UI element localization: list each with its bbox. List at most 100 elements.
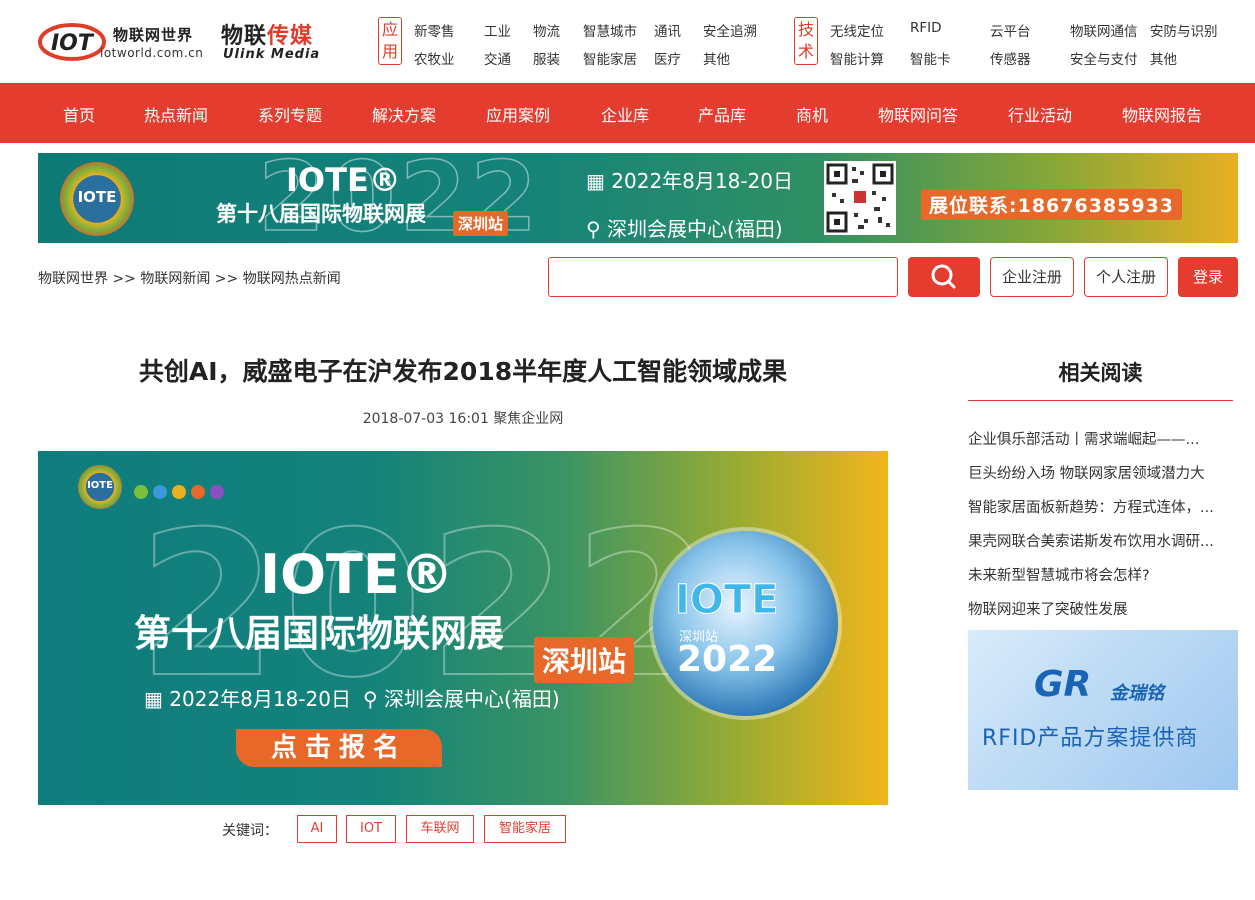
app-link[interactable]: 智慧城市 <box>583 20 637 40</box>
nav-item-qa[interactable]: 物联网问答 <box>878 102 958 126</box>
related-reading-list: 企业俱乐部活动丨需求端崛起——... 巨头纷纷入场 物联网家居领域潜力大 智能家… <box>968 428 1238 632</box>
breadcrumb[interactable]: 物联网世界 >> 物联网新闻 >> 物联网热点新闻 <box>38 268 341 288</box>
banner-expo-title: 第十八届国际物联网展 <box>134 612 504 655</box>
nav-item-products[interactable]: 产品库 <box>698 102 746 126</box>
tech-category-label: 技术 <box>794 17 818 65</box>
app-link[interactable]: 新零售 <box>414 20 455 40</box>
app-category-label: 应用 <box>378 17 402 65</box>
banner-contact: 展位联系:18676385933 <box>921 189 1183 220</box>
banner-date-text: 2022年8月18-20日 <box>611 169 794 193</box>
svg-text:IOT: IOT <box>51 31 95 56</box>
logo-title[interactable]: 物联网世界 <box>113 24 193 45</box>
app-link[interactable]: 农牧业 <box>414 48 455 68</box>
related-article-link[interactable]: 企业俱乐部活动丨需求端崛起——... <box>968 428 1238 462</box>
related-article-link[interactable]: 未来新型智慧城市将会怎样? <box>968 564 1238 598</box>
ulink-logo-en: Ulink Media <box>223 47 321 62</box>
sidebar-ad-logo: GR <box>1034 664 1092 705</box>
banner-date: ▦ 2022年8月18-20日 <box>144 683 351 712</box>
article-title: 共创AI，威盛电子在沪发布2018半年度人工智能领域成果 <box>138 357 788 386</box>
nav-item-solutions[interactable]: 解决方案 <box>372 102 436 126</box>
app-link[interactable]: 通讯 <box>654 20 681 40</box>
related-article-link[interactable]: 物联网迎来了突破性发展 <box>968 598 1238 632</box>
tech-link[interactable]: 无线定位 <box>830 20 884 40</box>
app-link[interactable]: 医疗 <box>654 48 681 68</box>
main-nav: 首页 热点新闻 系列专题 解决方案 应用案例 企业库 产品库 商机 物联网问答 … <box>0 83 1255 143</box>
register-cta-button[interactable]: 点击报名 <box>236 729 442 767</box>
nav-item-business[interactable]: 商机 <box>796 102 828 126</box>
keyword-tag-iot[interactable]: IOT <box>346 815 396 843</box>
banner-city-tag: 深圳站 <box>534 637 635 683</box>
banner-location: ⚲ 深圳会展中心(福田) <box>363 683 560 712</box>
ulink-logo-b: 传媒 <box>267 24 314 49</box>
tech-link[interactable]: 智能卡 <box>910 48 951 68</box>
article-banner-image[interactable]: IOTE 2022 IOTE® 第十八届国际物联网展 深圳站 ▦ 2022年8月… <box>38 451 888 805</box>
nav-item-cases[interactable]: 应用案例 <box>486 102 550 126</box>
tech-link[interactable]: 安全与支付 <box>1070 48 1138 68</box>
related-reading-divider <box>968 400 1233 401</box>
iot-logo-icon[interactable]: IOT <box>38 18 106 64</box>
qr-code-icon <box>824 161 896 235</box>
site-header: IOT 物联网世界 iotworld.com.cn 物联传媒 Ulink Med… <box>0 0 1255 82</box>
banner-location-text: 深圳会展中心(福田) <box>384 687 560 711</box>
app-link[interactable]: 安全追溯 <box>703 20 757 40</box>
banner-iote: IOTE® <box>286 161 401 199</box>
company-register-button[interactable]: 企业注册 <box>990 257 1074 297</box>
nav-item-reports[interactable]: 物联网报告 <box>1122 102 1202 126</box>
nav-item-series[interactable]: 系列专题 <box>258 102 322 126</box>
keyword-tag-smart-home[interactable]: 智能家居 <box>484 815 566 843</box>
tech-link[interactable]: 智能计算 <box>830 48 884 68</box>
personal-register-button[interactable]: 个人注册 <box>1084 257 1168 297</box>
app-link[interactable]: 服装 <box>533 48 560 68</box>
app-link[interactable]: 交通 <box>484 48 511 68</box>
banner-iote: IOTE® <box>260 543 454 606</box>
ulink-logo-a: 物联 <box>221 24 268 49</box>
app-link[interactable]: 其他 <box>703 48 730 68</box>
app-link[interactable]: 工业 <box>484 20 511 40</box>
banner-location-text: 深圳会展中心(福田) <box>607 217 783 241</box>
location-pin-icon: ⚲ <box>363 687 385 711</box>
iote-badge-text: IOTE <box>77 188 117 206</box>
globe-year: 2022 <box>677 639 778 680</box>
search-input[interactable] <box>548 257 898 297</box>
sidebar-ad-banner[interactable]: GR 金瑞铭 RFID产品方案提供商 <box>968 630 1238 790</box>
banner-date-text: 2022年8月18-20日 <box>169 687 352 711</box>
keywords-label: 关键词： <box>222 823 278 839</box>
related-article-link[interactable]: 智能家居面板新趋势：方程式连体，... <box>968 496 1238 530</box>
related-reading-title: 相关阅读 <box>1058 361 1143 385</box>
banner-location: ⚲ 深圳会展中心(福田) <box>586 213 783 242</box>
tech-link[interactable]: RFID <box>910 20 942 36</box>
nav-item-hot-news[interactable]: 热点新闻 <box>144 102 208 126</box>
nav-item-home[interactable]: 首页 <box>63 102 95 126</box>
sidebar-ad-brand: 金瑞铭 <box>1110 683 1164 704</box>
ulink-logo[interactable]: 物联传媒 <box>221 18 313 50</box>
tech-link[interactable]: 物联网通信 <box>1070 20 1138 40</box>
tech-link[interactable]: 安防与识别 <box>1150 20 1218 40</box>
related-article-link[interactable]: 果壳网联合美索诺斯发布饮用水调研... <box>968 530 1238 564</box>
search-button[interactable] <box>908 257 980 297</box>
tech-link[interactable]: 其他 <box>1150 48 1177 68</box>
login-button[interactable]: 登录 <box>1178 257 1238 297</box>
iote-mini-badge-text: IOTE <box>87 480 113 491</box>
banner-expo-title: 第十八届国际物联网展 <box>216 202 426 226</box>
keyword-tag-ai[interactable]: AI <box>297 815 337 843</box>
keyword-tag-iov[interactable]: 车联网 <box>406 815 474 843</box>
location-pin-icon: ⚲ <box>586 217 608 241</box>
related-article-link[interactable]: 巨头纷纷入场 物联网家居领域潜力大 <box>968 462 1238 496</box>
iote-badge: IOTE <box>60 162 134 236</box>
globe-title: IOTE <box>675 577 779 624</box>
calendar-icon: ▦ <box>586 169 612 193</box>
nav-item-companies[interactable]: 企业库 <box>601 102 649 126</box>
nav-item-events[interactable]: 行业活动 <box>1008 102 1072 126</box>
app-link[interactable]: 物流 <box>533 20 560 40</box>
iote-mini-badge: IOTE <box>78 465 122 509</box>
logo-url[interactable]: iotworld.com.cn <box>100 46 203 60</box>
tech-link[interactable]: 云平台 <box>990 20 1031 40</box>
top-ad-banner[interactable]: IOTE 2022 IOTE® 第十八届国际物联网展 深圳站 ▦ 2022年8月… <box>38 153 1238 243</box>
search-icon <box>931 264 956 289</box>
tech-link[interactable]: 传感器 <box>990 48 1031 68</box>
banner-city-tag: 深圳站 <box>453 211 509 236</box>
calendar-icon: ▦ <box>144 687 170 711</box>
article-meta: 2018-07-03 16:01 聚焦企业网 <box>362 411 564 427</box>
banner-date: ▦ 2022年8月18-20日 <box>586 165 793 194</box>
app-link[interactable]: 智能家居 <box>583 48 637 68</box>
